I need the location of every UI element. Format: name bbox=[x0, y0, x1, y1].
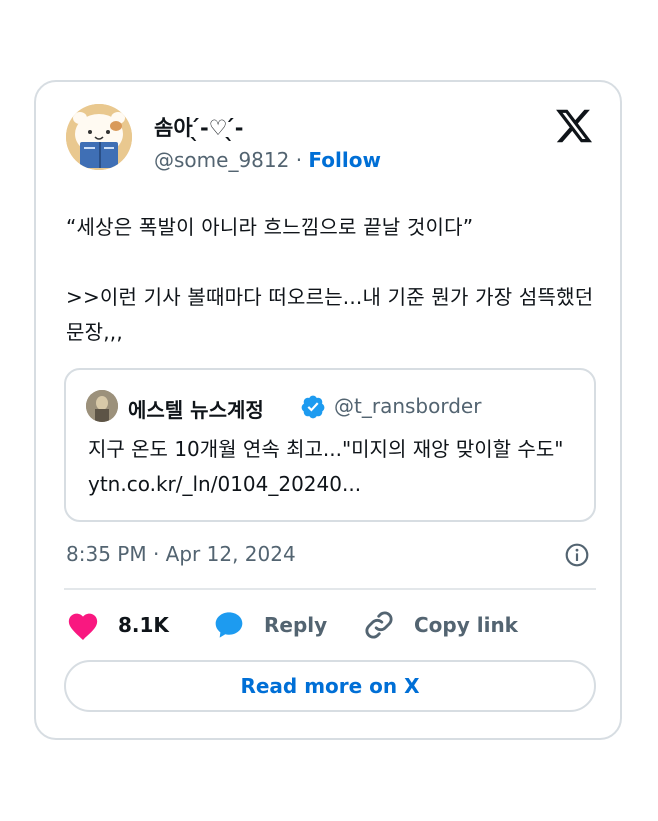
copy-link-button[interactable]: Copy link bbox=[362, 608, 518, 642]
info-icon[interactable] bbox=[564, 542, 590, 568]
quoted-author-name: 에스텔 뉴스계정 bbox=[128, 398, 264, 422]
quoted-author-handle: @t_ransborder bbox=[334, 394, 482, 418]
quoted-tweet[interactable]: 에스텔 뉴스계정 @t_ransborder 지구 온도 10개월 연속 최고.… bbox=[64, 368, 596, 522]
tweet-text: “세상은 폭발이 아니라 흐느낌으로 끝날 것이다” >>이런 기사 볼때마다 … bbox=[66, 215, 594, 344]
quoted-tweet-text: 지구 온도 10개월 연속 최고..."미지의 재앙 맞이할 수도" ytn.c… bbox=[88, 437, 564, 496]
author-display-name[interactable]: 솜아 ̖́-♡ ̖́- bbox=[154, 112, 244, 142]
tweet-card: 솜아 ̖́-♡ ̖́- @some_9812 · Follow “세상은 폭발이… bbox=[34, 80, 622, 740]
reply-label: Reply bbox=[264, 613, 328, 637]
verified-badge-icon bbox=[300, 394, 326, 420]
handle-separator: · bbox=[289, 148, 309, 172]
author-avatar[interactable] bbox=[66, 104, 132, 170]
heart-icon bbox=[68, 613, 98, 641]
reply-button[interactable]: Reply bbox=[212, 608, 327, 642]
tweet-timestamp[interactable]: 8:35 PM · Apr 12, 2024 bbox=[66, 542, 296, 566]
reply-bubble-icon bbox=[215, 612, 243, 638]
quoted-author-avatar bbox=[86, 390, 118, 422]
x-logo-icon[interactable] bbox=[554, 106, 594, 146]
follow-button[interactable]: Follow bbox=[308, 148, 381, 172]
author-handle-row: @some_9812 · Follow bbox=[154, 148, 381, 172]
copy-link-label: Copy link bbox=[414, 613, 518, 637]
like-count: 8.1K bbox=[118, 613, 169, 637]
link-icon bbox=[365, 611, 393, 639]
divider bbox=[64, 588, 596, 590]
read-more-button[interactable]: Read more on X bbox=[64, 660, 596, 712]
like-button[interactable]: 8.1K bbox=[66, 608, 169, 642]
author-handle[interactable]: @some_9812 bbox=[154, 148, 289, 172]
